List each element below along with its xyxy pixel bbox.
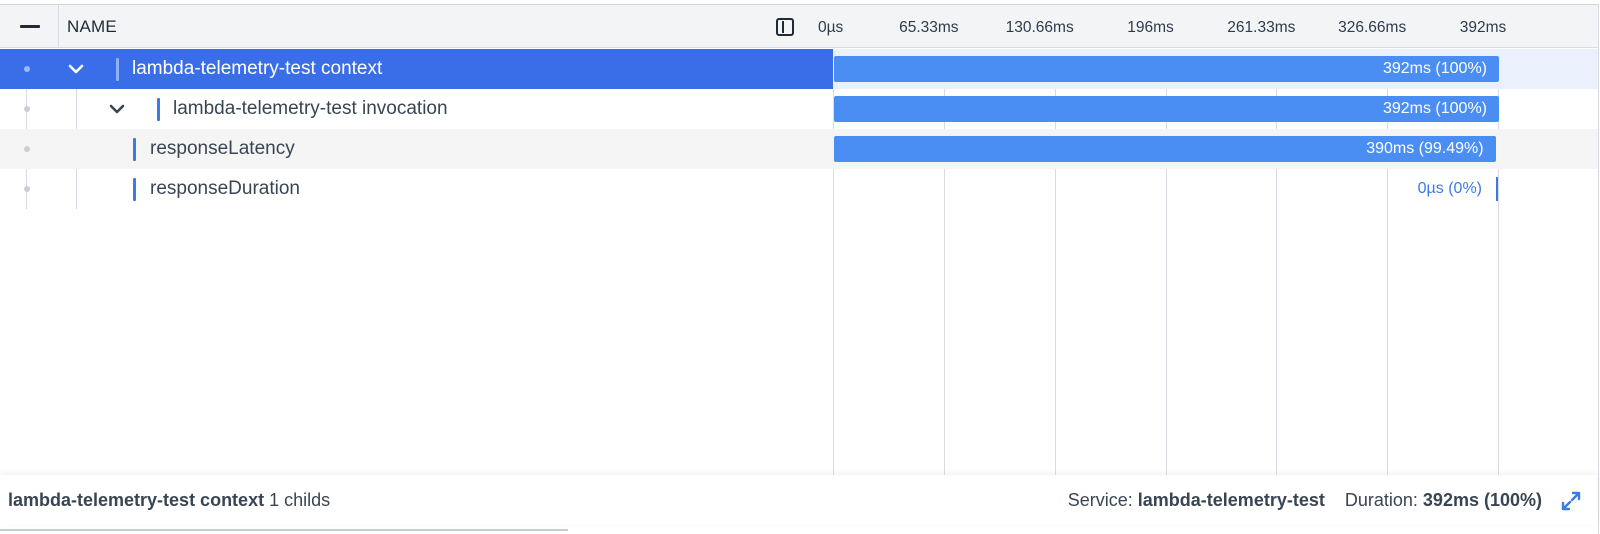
span-timeline-cell: 392ms (100%) — [833, 49, 1598, 89]
span-row-invocation[interactable]: lambda-telemetry-test invocation 392ms (… — [0, 89, 1598, 129]
span-duration-label: 390ms (99.49%) — [1366, 140, 1484, 157]
tree-node-dot — [24, 186, 30, 192]
tree-node-dot — [24, 106, 30, 112]
span-duration-bar[interactable]: 392ms (100%) — [834, 56, 1499, 82]
span-name-cell: lambda-telemetry-test invocation — [0, 89, 833, 129]
name-column-header: NAME — [67, 17, 117, 36]
timeline-tick-label: 196ms — [1127, 19, 1174, 36]
span-zero-duration-marker[interactable] — [1496, 177, 1498, 201]
span-row-context[interactable]: lambda-telemetry-test context 392ms (100… — [0, 49, 1598, 89]
span-duration-label: 392ms (100%) — [1382, 100, 1487, 117]
span-name-cell: lambda-telemetry-test context — [0, 49, 833, 89]
span-duration-bar[interactable]: 392ms (100%) — [834, 96, 1499, 122]
chevron-down-icon[interactable] — [109, 102, 125, 116]
span-color-marker — [116, 58, 119, 81]
tree-node-dot — [24, 146, 30, 152]
span-timeline-cell: 390ms (99.49%) — [833, 129, 1598, 169]
divider — [0, 529, 568, 531]
span-color-marker — [133, 138, 136, 161]
timeline-tick-label: 326.66ms — [1338, 19, 1407, 36]
service-label: Service: — [1067, 490, 1133, 510]
expand-arrows-icon[interactable] — [1560, 490, 1582, 512]
trace-table-header: NAME 0µs 65.33ms 130.66ms 196ms 261.33ms 326.… — [0, 4, 1598, 48]
timeline-tick-label: 0µs — [818, 19, 844, 36]
span-row-response-duration[interactable]: responseDuration 0µs (0%) — [0, 169, 1598, 209]
duration-label: Duration: — [1344, 490, 1418, 510]
timeline-tick-label: 392ms — [1459, 19, 1507, 36]
span-duration-label: 392ms (100%) — [1382, 60, 1487, 77]
child-count: 1 childs — [269, 490, 331, 510]
selected-span-name: lambda-telemetry-test context — [8, 490, 265, 510]
service-value: lambda-telemetry-test — [1137, 490, 1325, 510]
selected-span-footer: lambda-telemetry-test context 1 childs S… — [0, 475, 1598, 525]
minus-icon — [20, 25, 40, 28]
sidebar-toggle-icon[interactable] — [776, 18, 794, 36]
span-name-cell: responseLatency — [0, 129, 833, 169]
timeline-tick-label: 261.33ms — [1227, 19, 1296, 36]
span-timeline-cell: 392ms (100%) — [833, 89, 1598, 129]
duration-value: 392ms (100%) — [1422, 490, 1542, 510]
selected-span-summary: lambda-telemetry-test context 1 childs — [8, 490, 330, 511]
span-duration-bar[interactable]: 390ms (99.49%) — [834, 136, 1496, 162]
chevron-down-icon[interactable] — [68, 62, 84, 76]
tree-node-dot — [24, 66, 30, 72]
span-color-marker — [133, 178, 136, 201]
span-name[interactable]: responseDuration — [150, 178, 300, 200]
timeline-tick-label: 130.66ms — [1005, 19, 1074, 36]
span-row-response-latency[interactable]: responseLatency 390ms (99.49%) — [0, 129, 1598, 169]
selected-span-details: Service: lambda-telemetry-test Duration:… — [1068, 490, 1542, 511]
timeline-tick-label: 65.33ms — [899, 19, 959, 36]
span-name[interactable]: lambda-telemetry-test context — [132, 58, 382, 80]
span-name[interactable]: responseLatency — [150, 138, 295, 160]
collapse-all-button[interactable] — [0, 5, 59, 48]
span-color-marker — [157, 98, 160, 121]
span-duration-label: 0µs (0%) — [1417, 180, 1482, 197]
span-timeline-cell: 0µs (0%) — [833, 169, 1598, 209]
span-name[interactable]: lambda-telemetry-test invocation — [173, 98, 448, 120]
span-name-cell: responseDuration — [0, 169, 833, 209]
